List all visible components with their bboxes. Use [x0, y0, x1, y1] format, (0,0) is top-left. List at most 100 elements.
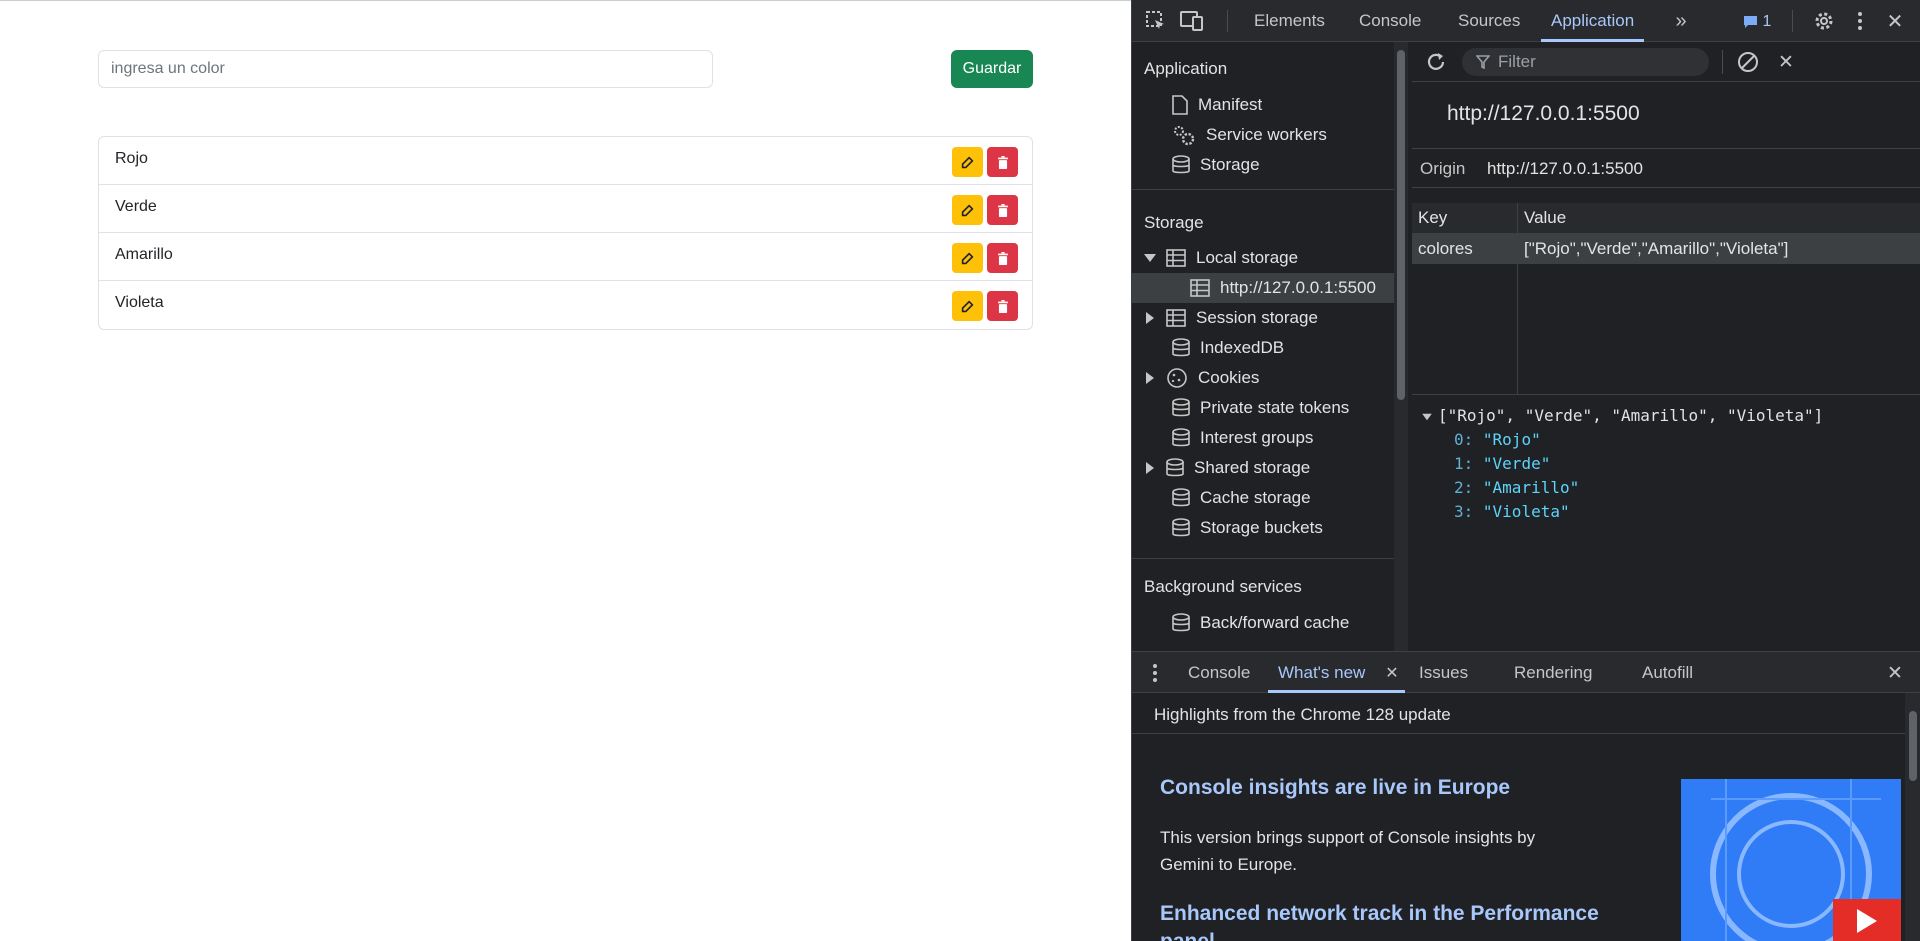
sidebar-item-storage-buckets[interactable]: Storage buckets — [1172, 513, 1323, 543]
devtools-panel: Elements Console Sources Application » 1… — [1131, 0, 1920, 941]
article-title-console-insights[interactable]: Console insights are live in Europe — [1160, 776, 1510, 800]
collapsed-arrow-icon — [1146, 372, 1154, 384]
drawer-tab-autofill[interactable]: Autofill — [1642, 652, 1693, 693]
table-row[interactable]: colores ["Rojo","Verde","Amarillo","Viol… — [1412, 234, 1920, 264]
delete-selected-icon[interactable]: ✕ — [1774, 50, 1798, 74]
column-header-key[interactable]: Key — [1418, 208, 1447, 228]
drawer-tabbar: Console What's new ✕ Issues Rendering Au… — [1132, 652, 1920, 693]
preview-value: "Rojo" — [1482, 430, 1541, 449]
video-thumbnail[interactable] — [1681, 779, 1901, 941]
sidebar-item-manifest[interactable]: Manifest — [1172, 90, 1262, 120]
tab-application[interactable]: Application — [1541, 0, 1645, 42]
column-header-value[interactable]: Value — [1524, 208, 1566, 228]
filter-icon — [1476, 55, 1490, 69]
sidebar-header-application: Application — [1144, 59, 1228, 78]
delete-button[interactable] — [987, 291, 1018, 321]
edit-button[interactable] — [952, 291, 983, 321]
preview-index: 1 — [1454, 454, 1464, 473]
sidebar-label: Manifest — [1198, 95, 1263, 114]
sidebar-item-private-state-tokens[interactable]: Private state tokens — [1172, 393, 1349, 423]
sidebar-label: IndexedDB — [1200, 338, 1285, 357]
sidebar-item-local-origin[interactable]: http://127.0.0.1:5500 — [1132, 273, 1394, 303]
inspect-element-icon[interactable] — [1144, 10, 1168, 32]
sidebar-label: Private state tokens — [1200, 398, 1350, 417]
drawer-tab-rendering[interactable]: Rendering — [1514, 652, 1592, 693]
gears-icon — [1174, 126, 1195, 146]
sidebar-divider — [1132, 558, 1394, 559]
list-item: Rojo — [99, 137, 1032, 185]
more-tabs-icon[interactable]: » — [1670, 10, 1692, 32]
scrollbar-thumb[interactable] — [1397, 50, 1405, 400]
row-key: colores — [1418, 239, 1473, 258]
column-separator — [1517, 203, 1518, 395]
collapsed-arrow-icon — [1146, 312, 1154, 324]
edit-button[interactable] — [952, 147, 983, 177]
delete-button[interactable] — [987, 243, 1018, 273]
sidebar-label: Local storage — [1196, 248, 1299, 267]
origin-value: http://127.0.0.1:5500 — [1487, 159, 1643, 178]
close-tab-icon[interactable]: ✕ — [1382, 662, 1402, 684]
collapsed-arrow-icon — [1146, 462, 1154, 474]
settings-gear-icon[interactable] — [1812, 10, 1836, 32]
list-item: Amarillo — [99, 233, 1032, 281]
origin-row: Origin http://127.0.0.1:5500 — [1412, 148, 1920, 188]
scrollbar-thumb[interactable] — [1909, 711, 1917, 781]
sidebar-label: Interest groups — [1200, 428, 1314, 447]
refresh-icon[interactable] — [1424, 50, 1448, 74]
edit-button[interactable] — [952, 195, 983, 225]
database-icon — [1172, 398, 1190, 417]
color-name: Violeta — [115, 294, 164, 311]
drawer-scrollbar[interactable] — [1905, 693, 1920, 941]
drawer-tab-console[interactable]: Console — [1188, 652, 1250, 693]
application-sidebar: Application Manifest Service workers Sto… — [1132, 42, 1394, 651]
row-value: ["Rojo","Verde","Amarillo","Violeta"] — [1524, 239, 1789, 258]
trash-icon — [997, 299, 1008, 313]
save-button[interactable]: Guardar — [951, 50, 1033, 88]
article-body: This version brings support of Console i… — [1160, 828, 1536, 874]
sidebar-item-interest-groups[interactable]: Interest groups — [1172, 423, 1313, 453]
drawer-tab-label: What's new — [1278, 663, 1366, 682]
edit-button[interactable] — [952, 243, 983, 273]
color-list: Rojo Verde Amarillo Violeta — [98, 136, 1033, 330]
preview-summary[interactable]: ["Rojo", "Verde", "Amarillo", "Violeta"] — [1422, 404, 1823, 428]
sidebar-label: Session storage — [1196, 308, 1318, 327]
origin-title: http://127.0.0.1:5500 — [1447, 102, 1640, 125]
tab-console[interactable]: Console — [1359, 0, 1421, 42]
delete-button[interactable] — [987, 147, 1018, 177]
sidebar-item-storage[interactable]: Storage — [1172, 150, 1260, 180]
sidebar-item-service-workers[interactable]: Service workers — [1172, 120, 1327, 150]
more-options-icon[interactable] — [1852, 10, 1868, 32]
tab-sources[interactable]: Sources — [1458, 0, 1520, 42]
cookie-icon — [1167, 368, 1187, 388]
color-input[interactable] — [98, 50, 713, 88]
sidebar-item-session-storage[interactable]: Session storage — [1144, 303, 1318, 333]
sidebar-item-cache-storage[interactable]: Cache storage — [1172, 483, 1311, 513]
device-toolbar-icon[interactable] — [1179, 10, 1205, 32]
preview-item: 2: "Amarillo" — [1454, 478, 1580, 497]
database-icon — [1172, 338, 1190, 357]
issues-counter[interactable]: 1 — [1737, 12, 1777, 32]
filter-placeholder: Filter — [1498, 52, 1536, 71]
sidebar-item-cookies[interactable]: Cookies — [1144, 363, 1259, 393]
close-drawer-icon[interactable]: ✕ — [1884, 662, 1906, 684]
article-title-network-track[interactable]: Enhanced network track in the Performanc… — [1160, 900, 1620, 941]
filter-input[interactable]: Filter — [1462, 48, 1709, 76]
delete-button[interactable] — [987, 195, 1018, 225]
storage-view: Filter ✕ http://127.0.0.1:5500 Origin ht… — [1412, 42, 1920, 651]
sidebar-vertical-scrollbar[interactable] — [1394, 42, 1408, 651]
clear-all-icon[interactable] — [1736, 50, 1760, 74]
color-name: Amarillo — [115, 246, 173, 263]
sidebar-item-back-forward-cache[interactable]: Back/forward cache — [1172, 608, 1349, 638]
list-item: Verde — [99, 185, 1032, 233]
whats-new-heading: Highlights from the Chrome 128 update — [1154, 705, 1451, 724]
tab-elements[interactable]: Elements — [1254, 0, 1325, 42]
sidebar-item-shared-storage[interactable]: Shared storage — [1144, 453, 1310, 483]
edit-icon — [961, 155, 974, 168]
sidebar-item-indexeddb[interactable]: IndexedDB — [1172, 333, 1284, 363]
sidebar-item-local-storage[interactable]: Local storage — [1144, 243, 1298, 273]
drawer-menu-icon[interactable] — [1150, 662, 1160, 684]
close-devtools-icon[interactable]: ✕ — [1884, 10, 1906, 33]
preview-index: 3 — [1454, 502, 1464, 521]
sidebar-label: Storage — [1200, 155, 1260, 174]
drawer-tab-issues[interactable]: Issues — [1419, 652, 1468, 693]
